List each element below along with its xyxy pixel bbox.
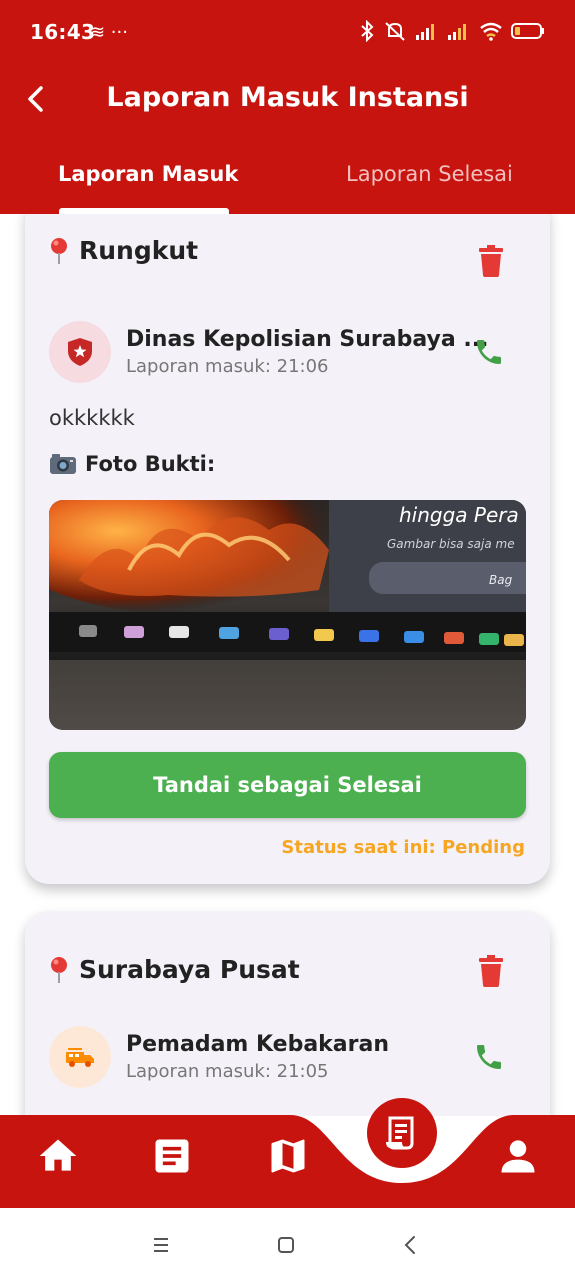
report-description: okkkkkk	[49, 406, 135, 430]
system-navigation-bar	[0, 1208, 575, 1280]
report-list[interactable]: Rungkut Dinas Kepolisian Surabaya ... La…	[0, 214, 575, 1116]
report-card: Surabaya Pusat Pemadam Kebakaran Laporan…	[25, 911, 550, 1116]
app-screen: 16:43 ≋ ··· Laporan Masuk Instansi Lapor…	[0, 0, 575, 1280]
location-pin-icon	[51, 237, 67, 264]
person-icon[interactable]	[496, 1134, 540, 1178]
home-icon[interactable]	[36, 1134, 80, 1178]
photo-label-text: Foto Bukti:	[85, 452, 216, 476]
page-title: Laporan Masuk Instansi	[106, 82, 469, 113]
call-button[interactable]	[473, 336, 505, 368]
photo-label: Foto Bukti:	[49, 452, 215, 476]
status-right-icons	[359, 20, 545, 42]
location-pin-icon	[51, 956, 67, 983]
bluetooth-icon	[361, 20, 374, 42]
report-location: Surabaya Pusat	[49, 955, 300, 984]
agency-row: Dinas Kepolisian Surabaya ... Laporan ma…	[49, 321, 488, 383]
home-button-icon[interactable]	[271, 1230, 301, 1260]
app-header: 16:43 ≋ ··· Laporan Masuk Instansi Lapor…	[0, 0, 575, 214]
photo-text-1: hingga Pera	[399, 503, 519, 527]
mark-done-button[interactable]: Tandai sebagai Selesai	[49, 752, 526, 818]
agency-info: Dinas Kepolisian Surabaya ... Laporan ma…	[126, 327, 488, 377]
signal-icon	[448, 24, 466, 40]
status-bar: 16:43 ≋ ···	[0, 0, 575, 66]
agency-info: Pemadam Kebakaran Laporan masuk: 21:05	[126, 1032, 389, 1082]
photo-text-3: Bag	[489, 573, 513, 587]
location-title: Surabaya Pusat	[79, 955, 300, 984]
photo-text-2: Gambar bisa saja me	[387, 537, 515, 551]
delete-button[interactable]	[477, 245, 505, 277]
status-time: 16:43	[30, 20, 96, 44]
report-time: Laporan masuk: 21:06	[126, 356, 329, 377]
wifi-icon	[480, 22, 502, 41]
tab-laporan-masuk[interactable]: Laporan Masuk	[58, 162, 238, 186]
back-nav-icon[interactable]	[396, 1230, 426, 1260]
evidence-photo-image: hingga Pera Gambar bisa saja me Bag	[49, 500, 526, 730]
agency-avatar	[49, 321, 111, 383]
agency-row: Pemadam Kebakaran Laporan masuk: 21:05	[49, 1026, 389, 1088]
location-title: Rungkut	[79, 236, 199, 265]
report-location: Rungkut	[49, 236, 198, 265]
map-icon[interactable]	[266, 1134, 310, 1178]
report-icon	[386, 1116, 414, 1150]
status-notification-icons: ≋ ···	[90, 22, 128, 43]
recents-icon[interactable]	[146, 1230, 176, 1260]
agency-name: Dinas Kepolisian Surabaya ...	[126, 327, 489, 352]
evidence-photo[interactable]: hingga Pera Gambar bisa saja me Bag	[49, 500, 526, 730]
delete-button[interactable]	[477, 955, 505, 987]
report-time: Laporan masuk: 21:05	[126, 1061, 329, 1082]
report-tab-button[interactable]	[367, 1098, 437, 1168]
report-card: Rungkut Dinas Kepolisian Surabaya ... La…	[25, 214, 550, 884]
status-text: Status saat ini: Pending	[281, 837, 525, 858]
mute-icon	[385, 22, 405, 41]
fire-truck-icon	[66, 1048, 94, 1067]
police-shield-icon	[68, 338, 92, 366]
battery-icon	[511, 23, 544, 39]
signal-icon	[416, 24, 434, 40]
tab-laporan-selesai[interactable]: Laporan Selesai	[346, 162, 513, 186]
agency-name: Pemadam Kebakaran	[126, 1032, 390, 1057]
call-button[interactable]	[473, 1041, 505, 1073]
article-icon[interactable]	[150, 1134, 194, 1178]
agency-avatar	[49, 1026, 111, 1088]
camera-icon	[50, 454, 76, 474]
